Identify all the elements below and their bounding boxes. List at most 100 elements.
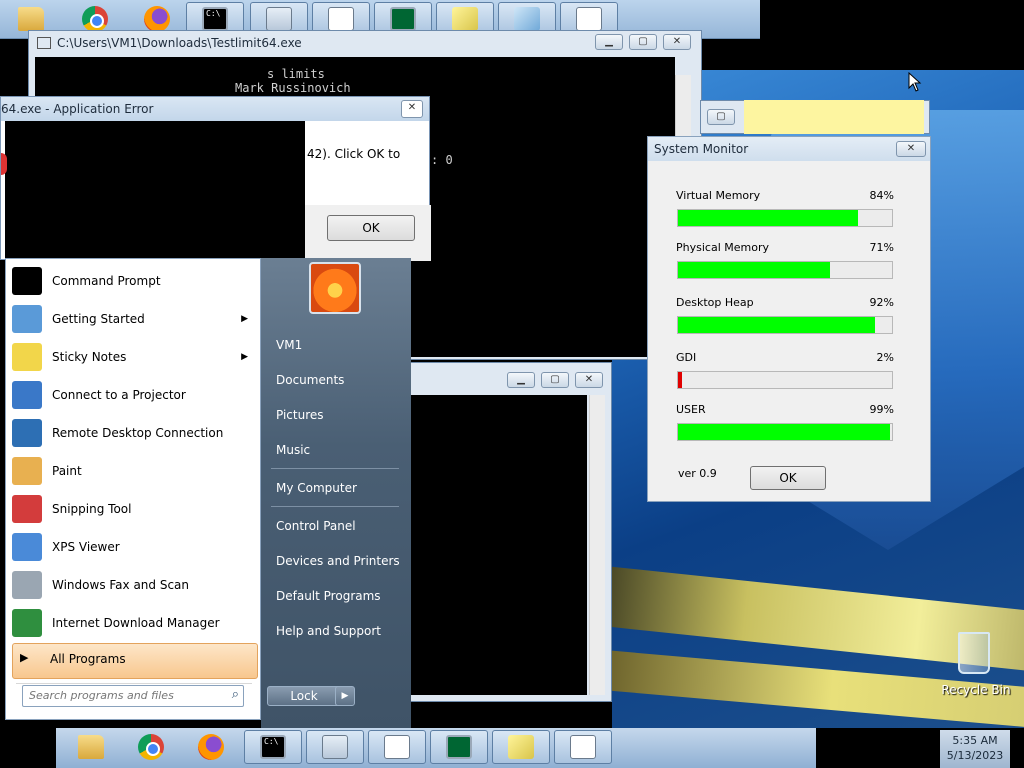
mouse-cursor-icon	[908, 72, 922, 92]
metric-label: GDI	[676, 351, 697, 364]
console-window-icon	[37, 37, 51, 49]
metric-progress-bar	[677, 423, 893, 441]
metric-progress-fill	[678, 317, 875, 333]
start-menu-link[interactable]: Pictures	[276, 408, 324, 422]
start-menu-item-label: Internet Download Manager	[52, 616, 220, 630]
start-menu-item-label: Sticky Notes	[52, 350, 127, 364]
close-button[interactable]: ✕	[401, 100, 423, 118]
shutdown-options-arrow-icon[interactable]: ▶	[335, 686, 355, 706]
start-menu-right-pane: VM1 Documents Pictures Music My Computer Cont…	[261, 258, 411, 728]
separator	[271, 506, 399, 507]
start-menu-item[interactable]: Snipping Tool	[12, 491, 258, 527]
separator	[16, 683, 252, 684]
start-menu-item[interactable]: Windows Fax and Scan	[12, 567, 258, 603]
metric-progress-fill	[678, 262, 830, 278]
system-clock[interactable]: 5:35 AM 5/13/2023	[940, 730, 1010, 768]
metric-progress-bar	[677, 371, 893, 389]
error-dialog-title: 64.exe - Application Error	[1, 102, 154, 116]
application-error-dialog[interactable]: 64.exe - Application Error ✕ 42). Click …	[0, 96, 431, 261]
system-monitor-window[interactable]: System Monitor ✕ Virtual Memory 84% Physic…	[647, 136, 931, 502]
metric-percent: 84%	[869, 189, 894, 202]
minimize-button[interactable]: ▁	[595, 34, 623, 50]
recycle-bin-label[interactable]: Recycle Bin	[940, 683, 1012, 697]
firefox-icon[interactable]	[182, 730, 240, 764]
document-icon[interactable]	[368, 730, 426, 764]
lock-button[interactable]: Lock	[267, 686, 341, 706]
console-scrollbar[interactable]	[589, 395, 605, 695]
start-menu-item[interactable]: Command Prompt	[12, 263, 258, 299]
console-output	[411, 395, 587, 695]
error-icon	[1, 153, 7, 175]
close-button[interactable]: ✕	[663, 34, 691, 50]
remote-desktop-icon	[12, 419, 42, 447]
search-icon: ⌕	[231, 687, 239, 702]
close-button[interactable]: ✕	[896, 141, 926, 157]
start-menu-link[interactable]: Control Panel	[276, 519, 356, 533]
system-monitor-icon[interactable]	[430, 730, 488, 764]
system-monitor-title: System Monitor	[654, 142, 749, 156]
cmd-icon[interactable]: C:\	[244, 730, 302, 764]
metric-progress-fill	[678, 424, 890, 440]
document-icon[interactable]	[554, 730, 612, 764]
metric-label: Physical Memory	[676, 241, 769, 254]
system-monitor-titlebar[interactable]: System Monitor	[648, 137, 930, 161]
start-menu-item-label: XPS Viewer	[52, 540, 120, 554]
metric-progress-fill	[678, 210, 858, 226]
metric-label: Virtual Memory	[676, 189, 761, 202]
all-programs-link[interactable]: All Programs	[50, 652, 126, 666]
start-menu-item-label: Connect to a Projector	[52, 388, 186, 402]
start-menu-item[interactable]: XPS Viewer	[12, 529, 258, 565]
calculator-icon[interactable]	[306, 730, 364, 764]
start-menu-item[interactable]: Paint	[12, 453, 258, 489]
start-menu-link[interactable]: My Computer	[276, 481, 357, 495]
start-menu-item-label: Paint	[52, 464, 82, 478]
metric-progress-bar	[677, 209, 893, 227]
start-menu-link[interactable]: Help and Support	[276, 624, 381, 638]
version-label: ver 0.9	[678, 467, 717, 480]
sticky-notes-icon[interactable]	[492, 730, 550, 764]
start-menu-item[interactable]: Sticky Notes ▶	[12, 339, 258, 375]
start-menu-link[interactable]: Music	[276, 443, 310, 457]
maximize-button[interactable]: ▢	[541, 372, 569, 388]
projector-icon	[12, 381, 42, 409]
start-menu-item[interactable]: Internet Download Manager	[12, 605, 258, 641]
clock-time: 5:35 AM	[952, 734, 998, 747]
start-menu-item[interactable]: Connect to a Projector	[12, 377, 258, 413]
search-input[interactable]: Search programs and files ⌕	[22, 685, 244, 707]
metric-label: Desktop Heap	[676, 296, 754, 309]
paint-icon	[12, 457, 42, 485]
console-window-2[interactable]: ▁ ▢ ✕	[410, 362, 612, 702]
start-menu-item[interactable]: Getting Started ▶	[12, 301, 258, 337]
start-menu-link[interactable]: Default Programs	[276, 589, 381, 603]
snipping-tool-icon	[12, 495, 42, 523]
ok-button[interactable]: OK	[750, 466, 826, 490]
explorer-icon[interactable]	[62, 730, 120, 764]
start-menu-link[interactable]: Devices and Printers	[276, 554, 400, 568]
minimize-button[interactable]: ▁	[507, 372, 535, 388]
submenu-arrow-icon: ▶	[241, 352, 248, 362]
submenu-arrow-icon: ▶	[241, 314, 248, 324]
separator	[271, 468, 399, 469]
start-menu-link[interactable]: Documents	[276, 373, 344, 387]
start-menu-item[interactable]: Remote Desktop Connection	[12, 415, 258, 451]
all-programs-arrow: ▶	[20, 651, 29, 664]
close-button[interactable]: ✕	[575, 372, 603, 388]
xps-viewer-icon	[12, 533, 42, 561]
ok-button[interactable]: OK	[327, 215, 415, 241]
console-line: Mark Russinovich	[235, 81, 351, 95]
maximize-button[interactable]: ▢	[629, 34, 657, 50]
metric-percent: 99%	[869, 403, 894, 416]
metric-progress-bar	[677, 261, 893, 279]
getting-started-icon	[12, 305, 42, 333]
console-line: s limits	[267, 67, 325, 81]
chrome-icon[interactable]	[122, 730, 180, 764]
search-placeholder: Search programs and files	[29, 689, 174, 702]
recycle-bin-icon[interactable]	[948, 630, 1002, 676]
metric-percent: 2%	[876, 351, 894, 364]
error-dialog-titlebar[interactable]: 64.exe - Application Error	[1, 97, 429, 121]
sticky-note[interactable]	[744, 100, 924, 134]
console-title: C:\Users\VM1\Downloads\Testlimit64.exe	[57, 36, 302, 50]
start-menu-link[interactable]: VM1	[276, 338, 302, 352]
metric-progress-bar	[677, 316, 893, 334]
maximize-button[interactable]: ▢	[707, 109, 735, 125]
